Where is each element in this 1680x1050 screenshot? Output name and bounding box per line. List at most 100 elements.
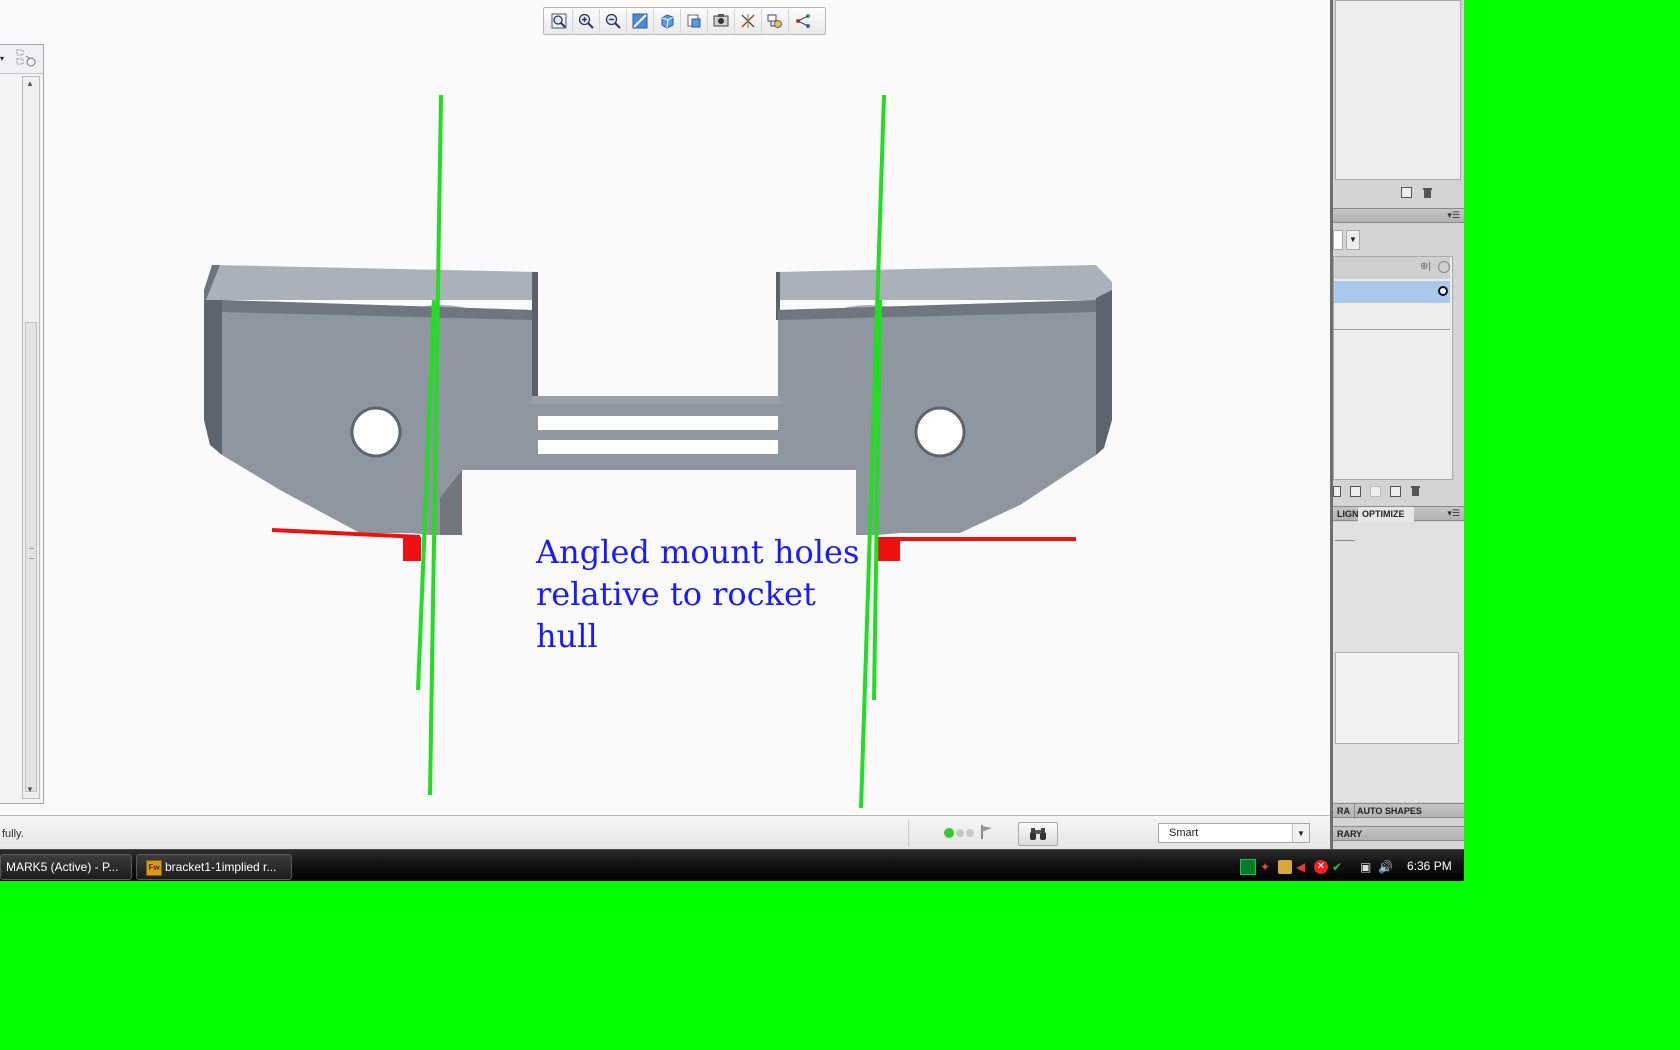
model-tree-header: ▾ <box>0 45 43 74</box>
view-toolbar <box>543 7 826 35</box>
list-item[interactable]: ⊕| <box>1334 257 1450 279</box>
top-panel-footer <box>1401 187 1433 199</box>
display-tray-icon[interactable]: ▣ <box>1360 860 1374 874</box>
trash-icon[interactable] <box>1422 187 1433 199</box>
status-dot-icon <box>966 829 974 837</box>
bridge-slot-upper <box>538 416 778 430</box>
layers-list-area[interactable] <box>1335 0 1461 180</box>
right-block-side-face <box>1096 290 1112 455</box>
scroll-down-arrow-icon[interactable]: ▼ <box>26 785 34 794</box>
radio-icon[interactable] <box>1438 286 1448 296</box>
left-mount-hole <box>350 406 402 458</box>
fireworks-app-icon: Fw <box>146 860 162 876</box>
status-divider <box>908 820 909 846</box>
spin-center-button[interactable] <box>762 9 789 33</box>
saved-views-button[interactable] <box>681 9 708 33</box>
partial-input[interactable] <box>1333 230 1343 250</box>
warning-tray-icon[interactable] <box>1278 860 1292 874</box>
annotation-line-1: Angled mount holes <box>536 533 860 571</box>
divider <box>1334 329 1450 330</box>
zoom-fit-icon <box>551 13 567 29</box>
radio-icon[interactable] <box>1438 261 1450 273</box>
volume-tray-icon[interactable]: 🔊 <box>1378 860 1393 874</box>
tab-auto-shapes[interactable]: AUTO SHAPES <box>1353 804 1426 819</box>
display-style-button[interactable] <box>708 9 735 33</box>
annotation-line-3: hull <box>536 617 598 655</box>
tray-spacer <box>1350 860 1356 874</box>
selection-filter-value: Smart <box>1169 827 1199 839</box>
right-block-top-face <box>776 265 1112 300</box>
model-tree-scrollbar[interactable]: ▲ ▼ <box>22 76 40 799</box>
left-mount-block <box>204 265 538 535</box>
taskbar-item-mark5[interactable]: MARK5 (Active) - P... <box>0 854 132 880</box>
edit-icon[interactable] <box>1390 485 1401 497</box>
panel-menu-icon[interactable]: ▾☰ <box>1447 210 1460 221</box>
view-orient-button[interactable] <box>654 9 681 33</box>
datum-display-button[interactable] <box>735 9 762 33</box>
error-tray-icon[interactable]: ✕ <box>1314 860 1328 874</box>
system-tray: ✦ ◀ ✕ ✔ ▣ 🔊 <box>1240 855 1393 879</box>
left-block-side-face <box>204 300 222 455</box>
partial-icon[interactable] <box>1333 485 1341 497</box>
duplicate-icon[interactable] <box>1350 485 1361 497</box>
divider <box>1335 540 1355 541</box>
model-tree-panel: ▾ ▲ ▼ <box>0 44 44 804</box>
panel-menu-icon[interactable]: ▾☰ <box>1447 508 1460 519</box>
datum-display-icon <box>741 14 755 28</box>
bridge-slot-lower <box>538 440 778 454</box>
find-button[interactable] <box>1018 822 1058 846</box>
states-list[interactable]: ⊕| <box>1333 256 1453 480</box>
repaint-icon <box>632 13 648 29</box>
right-mount-block <box>776 265 1112 535</box>
zoom-out-button[interactable] <box>600 9 627 33</box>
binoculars-icon <box>1030 828 1046 840</box>
graphics-viewport[interactable]: Angled mount holes relative to rocket hu… <box>0 0 1330 815</box>
move-handle-icon: ⊕| <box>1420 261 1431 272</box>
zoom-out-icon <box>605 13 621 29</box>
model-drawing[interactable] <box>0 0 1330 815</box>
speaker-tray-icon[interactable]: ◀ <box>1296 860 1310 874</box>
annotation-display-button[interactable] <box>789 9 816 33</box>
regen-status-lights <box>944 828 974 838</box>
collapse-arrow-icon[interactable]: ▾ <box>0 54 4 63</box>
chevron-down-icon[interactable]: ▼ <box>1346 230 1360 250</box>
list-item-selected[interactable] <box>1334 281 1450 303</box>
scroll-grip-icon <box>29 548 34 559</box>
taskbar: MARK5 (Active) - P... Fw bracket1-1impli… <box>0 849 1464 881</box>
right-mount-hole <box>914 406 966 458</box>
taskbar-item-bracket[interactable]: Fw bracket1-1implied r... <box>136 854 292 880</box>
scroll-up-arrow-icon[interactable]: ▲ <box>26 79 34 88</box>
saved-views-icon <box>687 14 701 28</box>
scroll-thumb[interactable] <box>25 322 37 792</box>
selection-filter-select[interactable]: Smart ▼ <box>1158 823 1310 843</box>
tab-library[interactable]: RA <box>1333 804 1355 819</box>
security-tray-icon[interactable]: ✔ <box>1332 860 1346 874</box>
zoom-fit-button[interactable] <box>546 9 573 33</box>
disabled-icon <box>1370 485 1381 497</box>
green-tray-icon[interactable] <box>1240 859 1256 875</box>
network-tray-icon[interactable]: ✦ <box>1260 860 1274 874</box>
system-clock[interactable]: 6:36 PM <box>1407 859 1452 873</box>
status-dot-icon <box>956 829 964 837</box>
annotation-text: Angled mount holes relative to rocket hu… <box>536 531 866 657</box>
spin-center-icon <box>767 14 782 28</box>
zoom-in-button[interactable] <box>573 9 600 33</box>
regen-status-green-icon <box>944 828 954 838</box>
repaint-button[interactable] <box>627 9 654 33</box>
trash-icon[interactable] <box>1410 485 1421 497</box>
tree-settings-icon[interactable] <box>16 49 38 69</box>
optimize-panel-body <box>1333 522 1464 802</box>
display-style-icon <box>713 14 729 27</box>
panel-title-bar[interactable]: ▾☰ <box>1333 208 1464 223</box>
chevron-down-icon[interactable]: ▼ <box>1292 824 1309 842</box>
flag-icon[interactable] <box>980 824 994 840</box>
status-bar: fully. Smart ▼ <box>0 815 1330 849</box>
states-footer <box>1333 485 1421 497</box>
tab-optimize[interactable]: OPTIMIZE <box>1358 507 1414 522</box>
new-page-icon[interactable] <box>1401 187 1412 198</box>
zoom-in-icon <box>578 13 594 29</box>
align-optimize-tab-bar: LIGN OPTIMIZE ▾☰ <box>1333 506 1464 522</box>
tab-library-2[interactable]: RARY <box>1333 827 1366 842</box>
library-tab-bar-2: RARY <box>1333 826 1464 841</box>
center-bridge <box>532 396 780 470</box>
